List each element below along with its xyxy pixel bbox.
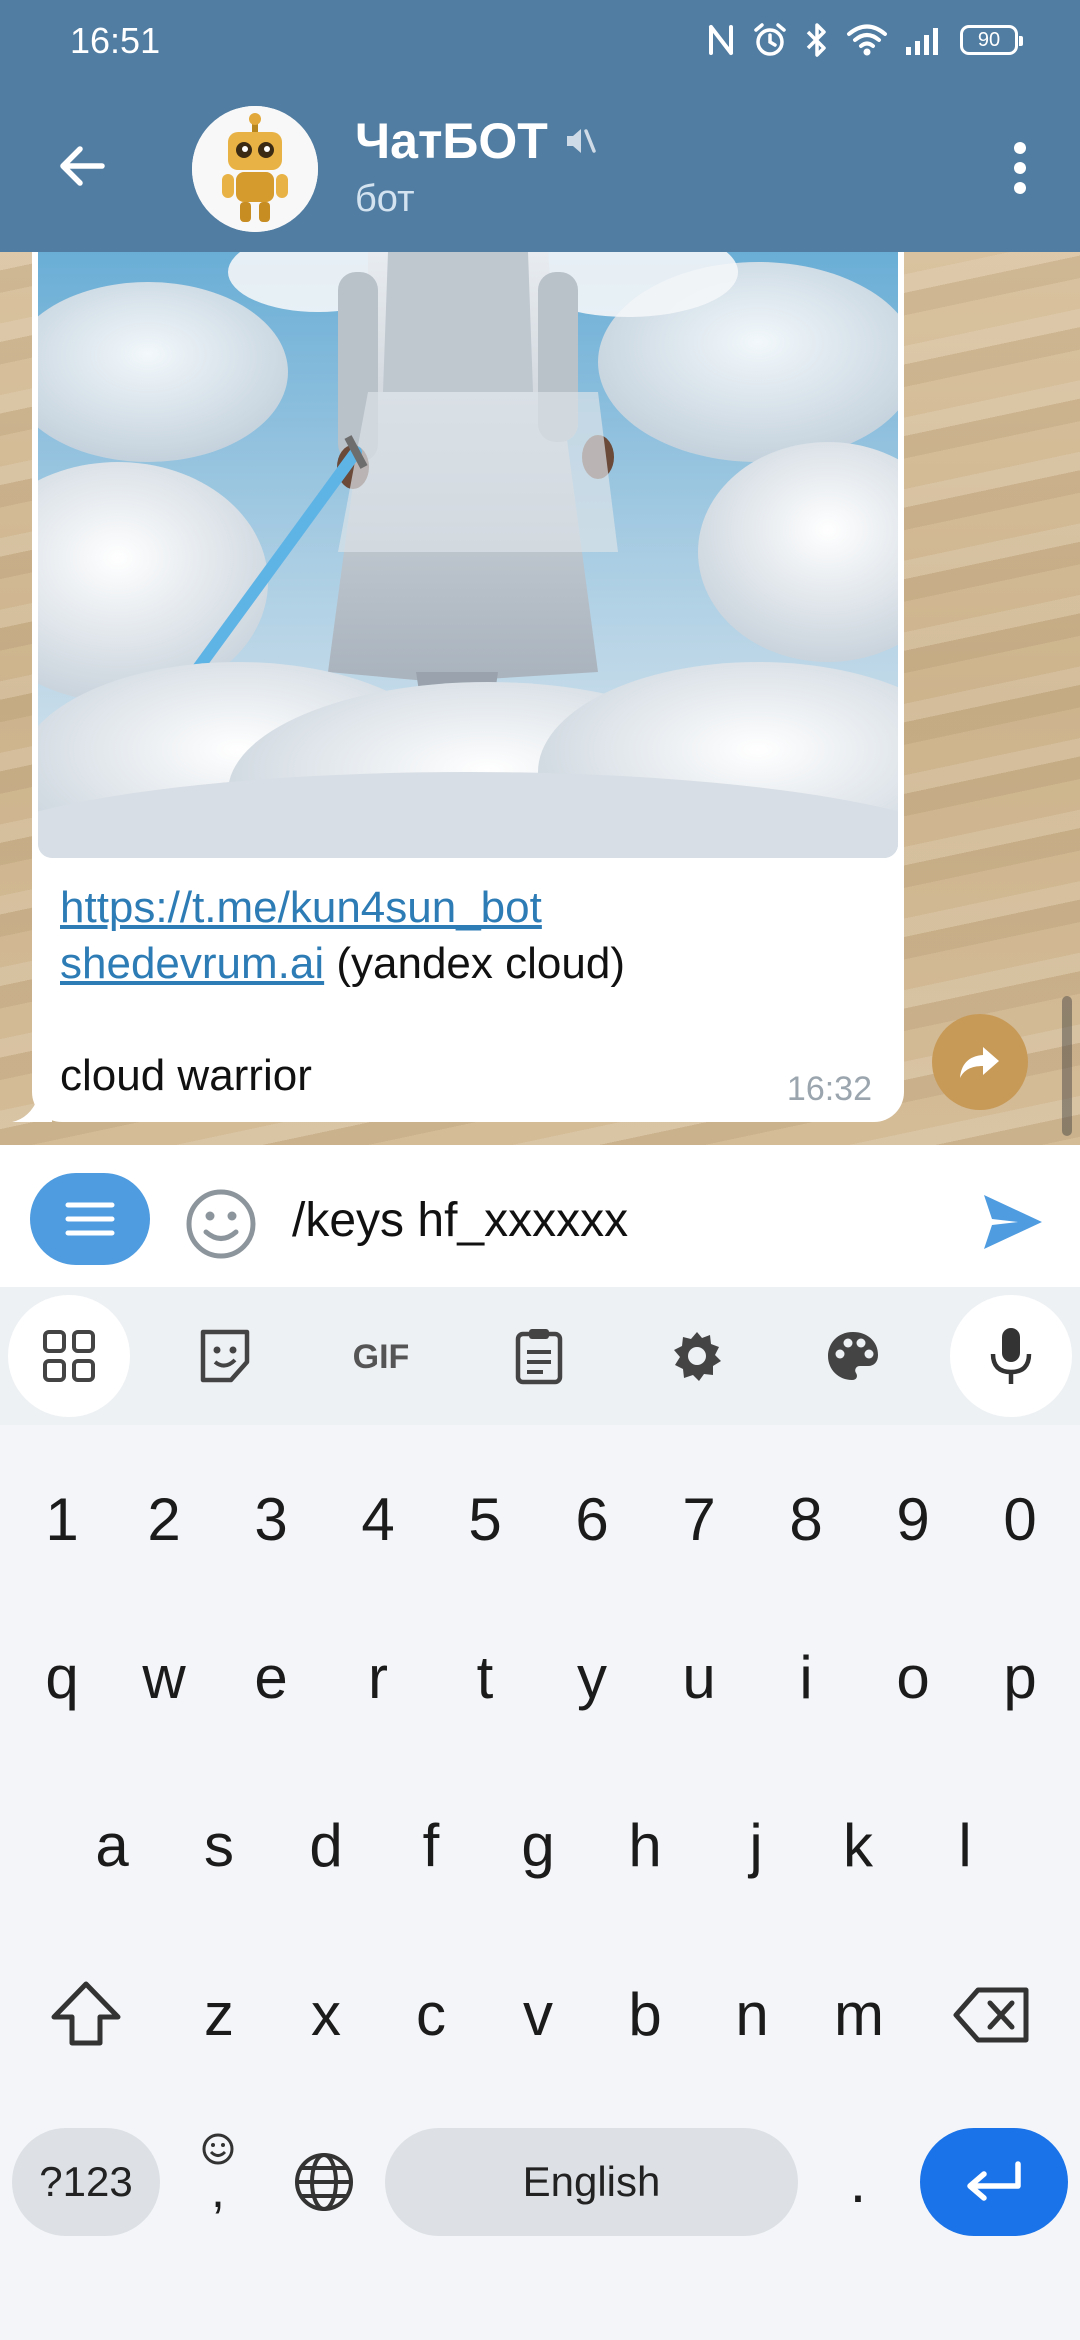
bot-menu-button[interactable] (30, 1173, 150, 1265)
key-2[interactable]: 2 (114, 1460, 214, 1580)
chat-area[interactable]: https://t.me/kun4sun_bot shedevrum.ai (y… (0, 252, 1080, 1145)
key-b[interactable]: b (595, 1955, 695, 2075)
status-time: 16:51 (70, 20, 161, 61)
globe-icon (295, 2153, 353, 2211)
key-3[interactable]: 3 (221, 1460, 321, 1580)
key-z[interactable]: z (169, 1955, 269, 2075)
period-key[interactable]: . (808, 2122, 908, 2242)
avatar[interactable] (192, 106, 318, 232)
message-time: 16:32 (786, 1070, 872, 1108)
key-a[interactable]: a (62, 1786, 162, 1906)
svg-text:GIF: GIF (353, 1338, 410, 1376)
chat-subtitle: бот (355, 178, 415, 220)
bot-link[interactable]: https://t.me/kun4sun_bot (60, 883, 542, 932)
apps-icon[interactable] (8, 1295, 130, 1417)
gif-icon[interactable]: GIF (336, 1311, 426, 1401)
keyboard-toolbar: GIF (0, 1287, 1080, 1425)
settings-icon[interactable] (652, 1311, 742, 1401)
hamburger-icon (65, 1202, 115, 1236)
key-h[interactable]: h (595, 1786, 695, 1906)
language-key[interactable] (274, 2122, 374, 2242)
key-r[interactable]: r (328, 1618, 428, 1738)
more-vert-icon[interactable] (990, 136, 1050, 200)
robot-avatar-icon (192, 106, 318, 232)
message-photo[interactable] (38, 252, 898, 858)
key-o[interactable]: o (863, 1618, 963, 1738)
key-k[interactable]: k (808, 1786, 908, 1906)
share-button[interactable] (932, 1014, 1028, 1110)
emoji-icon[interactable] (184, 1187, 258, 1261)
status-icons: 90 (706, 22, 1023, 58)
message-line-1: https://t.me/kun4sun_bot (60, 880, 860, 936)
enter-icon (967, 2161, 1021, 2201)
key-v[interactable]: v (488, 1955, 588, 2075)
key-d[interactable]: d (276, 1786, 376, 1906)
key-s[interactable]: s (169, 1786, 269, 1906)
clipboard-icon[interactable] (494, 1311, 584, 1401)
enter-key[interactable] (920, 2128, 1068, 2236)
shift-icon (51, 1981, 121, 2046)
key-0[interactable]: 0 (970, 1460, 1070, 1580)
warrior-image (38, 252, 898, 858)
status-bar: 16:51 90 (0, 0, 1080, 84)
input-bar: /keys hf_xxxxxx (0, 1145, 1080, 1287)
wifi-icon (847, 24, 887, 56)
chat-header: ЧатБОТ бот (0, 84, 1080, 252)
message-bubble[interactable]: https://t.me/kun4sun_bot shedevrum.ai (y… (32, 252, 904, 1122)
message-caption: cloud warrior (60, 1051, 312, 1100)
sticker-icon[interactable] (180, 1311, 270, 1401)
key-i[interactable]: i (756, 1618, 856, 1738)
chat-title[interactable]: ЧатБОТ (355, 112, 598, 170)
message-input[interactable]: /keys hf_xxxxxx (292, 1193, 628, 1248)
symbols-key[interactable]: ?123 (12, 2128, 160, 2236)
shift-key[interactable] (36, 1955, 136, 2075)
nfc-icon (709, 25, 733, 55)
key-9[interactable]: 9 (863, 1460, 963, 1580)
backspace-key[interactable] (942, 1955, 1042, 2075)
send-icon[interactable] (978, 1187, 1048, 1257)
key-m[interactable]: m (809, 1955, 909, 2075)
key-6[interactable]: 6 (542, 1460, 642, 1580)
key-7[interactable]: 7 (649, 1460, 749, 1580)
scrollbar[interactable] (1062, 996, 1072, 1136)
key-y[interactable]: y (542, 1618, 642, 1738)
comma-label: , (211, 2162, 225, 2218)
key-x[interactable]: x (276, 1955, 376, 2075)
key-q[interactable]: q (12, 1618, 112, 1738)
comma-emoji-key[interactable]: , (168, 2116, 268, 2246)
key-j[interactable]: j (706, 1786, 806, 1906)
message-text: https://t.me/kun4sun_bot shedevrum.ai (y… (60, 880, 860, 1104)
key-1[interactable]: 1 (12, 1460, 112, 1580)
key-p[interactable]: p (970, 1618, 1070, 1738)
bluetooth-icon (806, 23, 826, 57)
alarm-icon (754, 23, 786, 56)
key-5[interactable]: 5 (435, 1460, 535, 1580)
top-bar: 16:51 90 ЧатБОТ бот (0, 0, 1080, 252)
message-line-2: shedevrum.ai (yandex cloud) (60, 936, 860, 992)
palette-icon[interactable] (808, 1311, 898, 1401)
back-arrow-icon[interactable] (50, 134, 114, 198)
key-4[interactable]: 4 (328, 1460, 428, 1580)
chat-title-text: ЧатБОТ (355, 113, 548, 169)
shedevrum-link[interactable]: shedevrum.ai (60, 939, 324, 988)
key-n[interactable]: n (702, 1955, 802, 2075)
muted-icon (566, 129, 596, 153)
mic-icon[interactable] (950, 1295, 1072, 1417)
share-arrow-icon (960, 1047, 999, 1078)
key-t[interactable]: t (435, 1618, 535, 1738)
backspace-icon (953, 1987, 1029, 2043)
key-8[interactable]: 8 (756, 1460, 856, 1580)
key-g[interactable]: g (488, 1786, 588, 1906)
key-l[interactable]: l (915, 1786, 1015, 1906)
space-key[interactable]: English (385, 2128, 798, 2236)
key-e[interactable]: e (221, 1618, 321, 1738)
key-f[interactable]: f (381, 1786, 481, 1906)
key-u[interactable]: u (649, 1618, 749, 1738)
key-w[interactable]: w (114, 1618, 214, 1738)
signal-icon (906, 28, 938, 55)
battery-icon: 90 (960, 25, 1023, 55)
message-text-suffix: (yandex cloud) (324, 939, 625, 988)
key-c[interactable]: c (381, 1955, 481, 2075)
